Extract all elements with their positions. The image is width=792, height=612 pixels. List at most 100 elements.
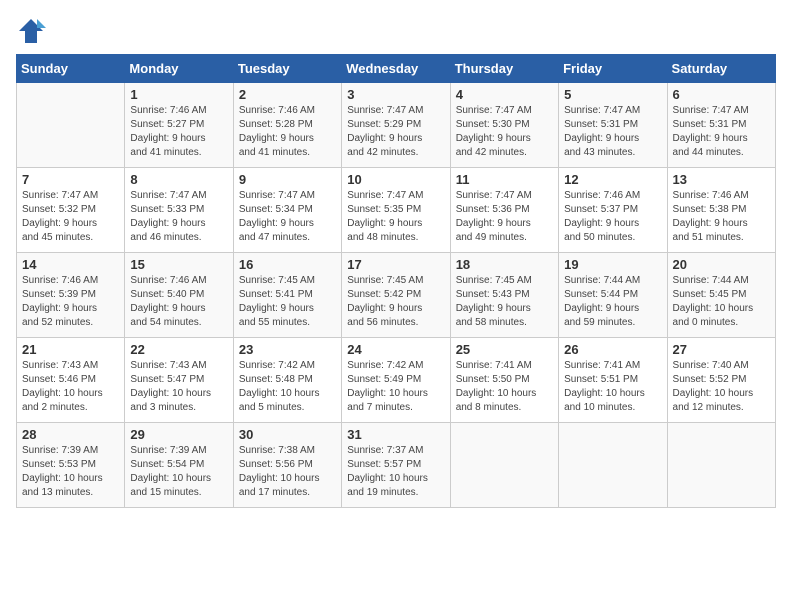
day-info: Sunrise: 7:47 AM Sunset: 5:29 PM Dayligh… [347,104,444,160]
calendar-week-row: 28 Sunrise: 7:39 AM Sunset: 5:53 PM Dayli… [17,423,776,508]
calendar-week-row: 14 Sunrise: 7:46 AM Sunset: 5:39 PM Dayli… [17,253,776,338]
day-number: 4 [456,87,553,102]
day-info: Sunrise: 7:40 AM Sunset: 5:52 PM Dayligh… [673,359,770,415]
day-number: 20 [673,257,770,272]
day-number: 8 [130,172,227,187]
calendar-day-cell: 25 Sunrise: 7:41 AM Sunset: 5:50 PM Dayli… [450,338,558,423]
calendar-day-cell: 4 Sunrise: 7:47 AM Sunset: 5:30 PM Daylig… [450,83,558,168]
day-number: 18 [456,257,553,272]
day-info: Sunrise: 7:37 AM Sunset: 5:57 PM Dayligh… [347,444,444,500]
day-info: Sunrise: 7:46 AM Sunset: 5:28 PM Dayligh… [239,104,336,160]
day-number: 14 [22,257,119,272]
day-number: 5 [564,87,661,102]
day-info: Sunrise: 7:39 AM Sunset: 5:54 PM Dayligh… [130,444,227,500]
calendar-day-cell: 5 Sunrise: 7:47 AM Sunset: 5:31 PM Daylig… [559,83,667,168]
day-info: Sunrise: 7:46 AM Sunset: 5:39 PM Dayligh… [22,274,119,330]
calendar-day-cell: 26Sunrise: 7:41 AM Sunset: 5:51 PM Dayli… [559,338,667,423]
calendar-day-cell: 10 Sunrise: 7:47 AM Sunset: 5:35 PM Dayli… [342,168,450,253]
day-info: Sunrise: 7:45 AM Sunset: 5:42 PM Dayligh… [347,274,444,330]
day-number: 2 [239,87,336,102]
day-info: Sunrise: 7:46 AM Sunset: 5:37 PM Dayligh… [564,189,661,245]
calendar-day-cell [667,423,775,508]
day-info: Sunrise: 7:39 AM Sunset: 5:53 PM Dayligh… [22,444,119,500]
day-number: 21 [22,342,119,357]
day-number: 29 [130,427,227,442]
calendar-day-cell [17,83,125,168]
logo-icon [16,16,46,46]
day-number: 27 [673,342,770,357]
day-info: Sunrise: 7:38 AM Sunset: 5:56 PM Dayligh… [239,444,336,500]
day-number: 10 [347,172,444,187]
calendar-day-cell [450,423,558,508]
calendar-week-row: 1 Sunrise: 7:46 AM Sunset: 5:27 PM Daylig… [17,83,776,168]
calendar-day-cell [559,423,667,508]
day-info: Sunrise: 7:45 AM Sunset: 5:41 PM Dayligh… [239,274,336,330]
weekday-header-row: SundayMondayTuesdayWednesdayThursdayFrid… [17,55,776,83]
day-info: Sunrise: 7:47 AM Sunset: 5:33 PM Dayligh… [130,189,227,245]
day-info: Sunrise: 7:47 AM Sunset: 5:31 PM Dayligh… [564,104,661,160]
calendar-day-cell: 21 Sunrise: 7:43 AM Sunset: 5:46 PM Dayli… [17,338,125,423]
day-info: Sunrise: 7:47 AM Sunset: 5:35 PM Dayligh… [347,189,444,245]
day-number: 13 [673,172,770,187]
day-number: 19 [564,257,661,272]
day-info: Sunrise: 7:46 AM Sunset: 5:40 PM Dayligh… [130,274,227,330]
day-info: Sunrise: 7:43 AM Sunset: 5:46 PM Dayligh… [22,359,119,415]
day-info: Sunrise: 7:46 AM Sunset: 5:27 PM Dayligh… [130,104,227,160]
day-number: 6 [673,87,770,102]
calendar-day-cell: 7Sunrise: 7:47 AM Sunset: 5:32 PM Daylig… [17,168,125,253]
day-number: 16 [239,257,336,272]
calendar-day-cell: 27 Sunrise: 7:40 AM Sunset: 5:52 PM Dayli… [667,338,775,423]
day-info: Sunrise: 7:47 AM Sunset: 5:31 PM Dayligh… [673,104,770,160]
day-number: 3 [347,87,444,102]
day-number: 23 [239,342,336,357]
weekday-header: Monday [125,55,233,83]
day-number: 31 [347,427,444,442]
calendar-day-cell: 9Sunrise: 7:47 AM Sunset: 5:34 PM Daylig… [233,168,341,253]
calendar-day-cell: 16 Sunrise: 7:45 AM Sunset: 5:41 PM Dayli… [233,253,341,338]
day-info: Sunrise: 7:41 AM Sunset: 5:50 PM Dayligh… [456,359,553,415]
logo [16,16,50,46]
calendar-week-row: 21 Sunrise: 7:43 AM Sunset: 5:46 PM Dayli… [17,338,776,423]
calendar-table: SundayMondayTuesdayWednesdayThursdayFrid… [16,54,776,508]
calendar-day-cell: 11Sunrise: 7:47 AM Sunset: 5:36 PM Dayli… [450,168,558,253]
day-number: 15 [130,257,227,272]
day-info: Sunrise: 7:42 AM Sunset: 5:49 PM Dayligh… [347,359,444,415]
day-info: Sunrise: 7:44 AM Sunset: 5:45 PM Dayligh… [673,274,770,330]
day-info: Sunrise: 7:45 AM Sunset: 5:43 PM Dayligh… [456,274,553,330]
calendar-day-cell: 28 Sunrise: 7:39 AM Sunset: 5:53 PM Dayli… [17,423,125,508]
calendar-day-cell: 20 Sunrise: 7:44 AM Sunset: 5:45 PM Dayli… [667,253,775,338]
calendar-day-cell: 22 Sunrise: 7:43 AM Sunset: 5:47 PM Dayli… [125,338,233,423]
weekday-header: Wednesday [342,55,450,83]
day-info: Sunrise: 7:47 AM Sunset: 5:32 PM Dayligh… [22,189,119,245]
calendar-day-cell: 13Sunrise: 7:46 AM Sunset: 5:38 PM Dayli… [667,168,775,253]
day-number: 26 [564,342,661,357]
calendar-day-cell: 24 Sunrise: 7:42 AM Sunset: 5:49 PM Dayli… [342,338,450,423]
page-header [16,16,776,46]
weekday-header: Tuesday [233,55,341,83]
weekday-header: Friday [559,55,667,83]
day-number: 22 [130,342,227,357]
day-number: 24 [347,342,444,357]
calendar-day-cell: 3 Sunrise: 7:47 AM Sunset: 5:29 PM Daylig… [342,83,450,168]
calendar-day-cell: 15 Sunrise: 7:46 AM Sunset: 5:40 PM Dayli… [125,253,233,338]
calendar-day-cell: 8 Sunrise: 7:47 AM Sunset: 5:33 PM Daylig… [125,168,233,253]
day-info: Sunrise: 7:47 AM Sunset: 5:30 PM Dayligh… [456,104,553,160]
day-number: 11 [456,172,553,187]
day-number: 1 [130,87,227,102]
calendar-day-cell: 30 Sunrise: 7:38 AM Sunset: 5:56 PM Dayli… [233,423,341,508]
day-number: 17 [347,257,444,272]
day-number: 9 [239,172,336,187]
day-info: Sunrise: 7:42 AM Sunset: 5:48 PM Dayligh… [239,359,336,415]
calendar-day-cell: 29 Sunrise: 7:39 AM Sunset: 5:54 PM Dayli… [125,423,233,508]
weekday-header: Thursday [450,55,558,83]
day-number: 25 [456,342,553,357]
calendar-day-cell: 14 Sunrise: 7:46 AM Sunset: 5:39 PM Dayli… [17,253,125,338]
day-info: Sunrise: 7:43 AM Sunset: 5:47 PM Dayligh… [130,359,227,415]
weekday-header: Saturday [667,55,775,83]
day-number: 28 [22,427,119,442]
weekday-header: Sunday [17,55,125,83]
day-info: Sunrise: 7:44 AM Sunset: 5:44 PM Dayligh… [564,274,661,330]
day-number: 30 [239,427,336,442]
calendar-day-cell: 6 Sunrise: 7:47 AM Sunset: 5:31 PM Daylig… [667,83,775,168]
calendar-week-row: 7Sunrise: 7:47 AM Sunset: 5:32 PM Daylig… [17,168,776,253]
